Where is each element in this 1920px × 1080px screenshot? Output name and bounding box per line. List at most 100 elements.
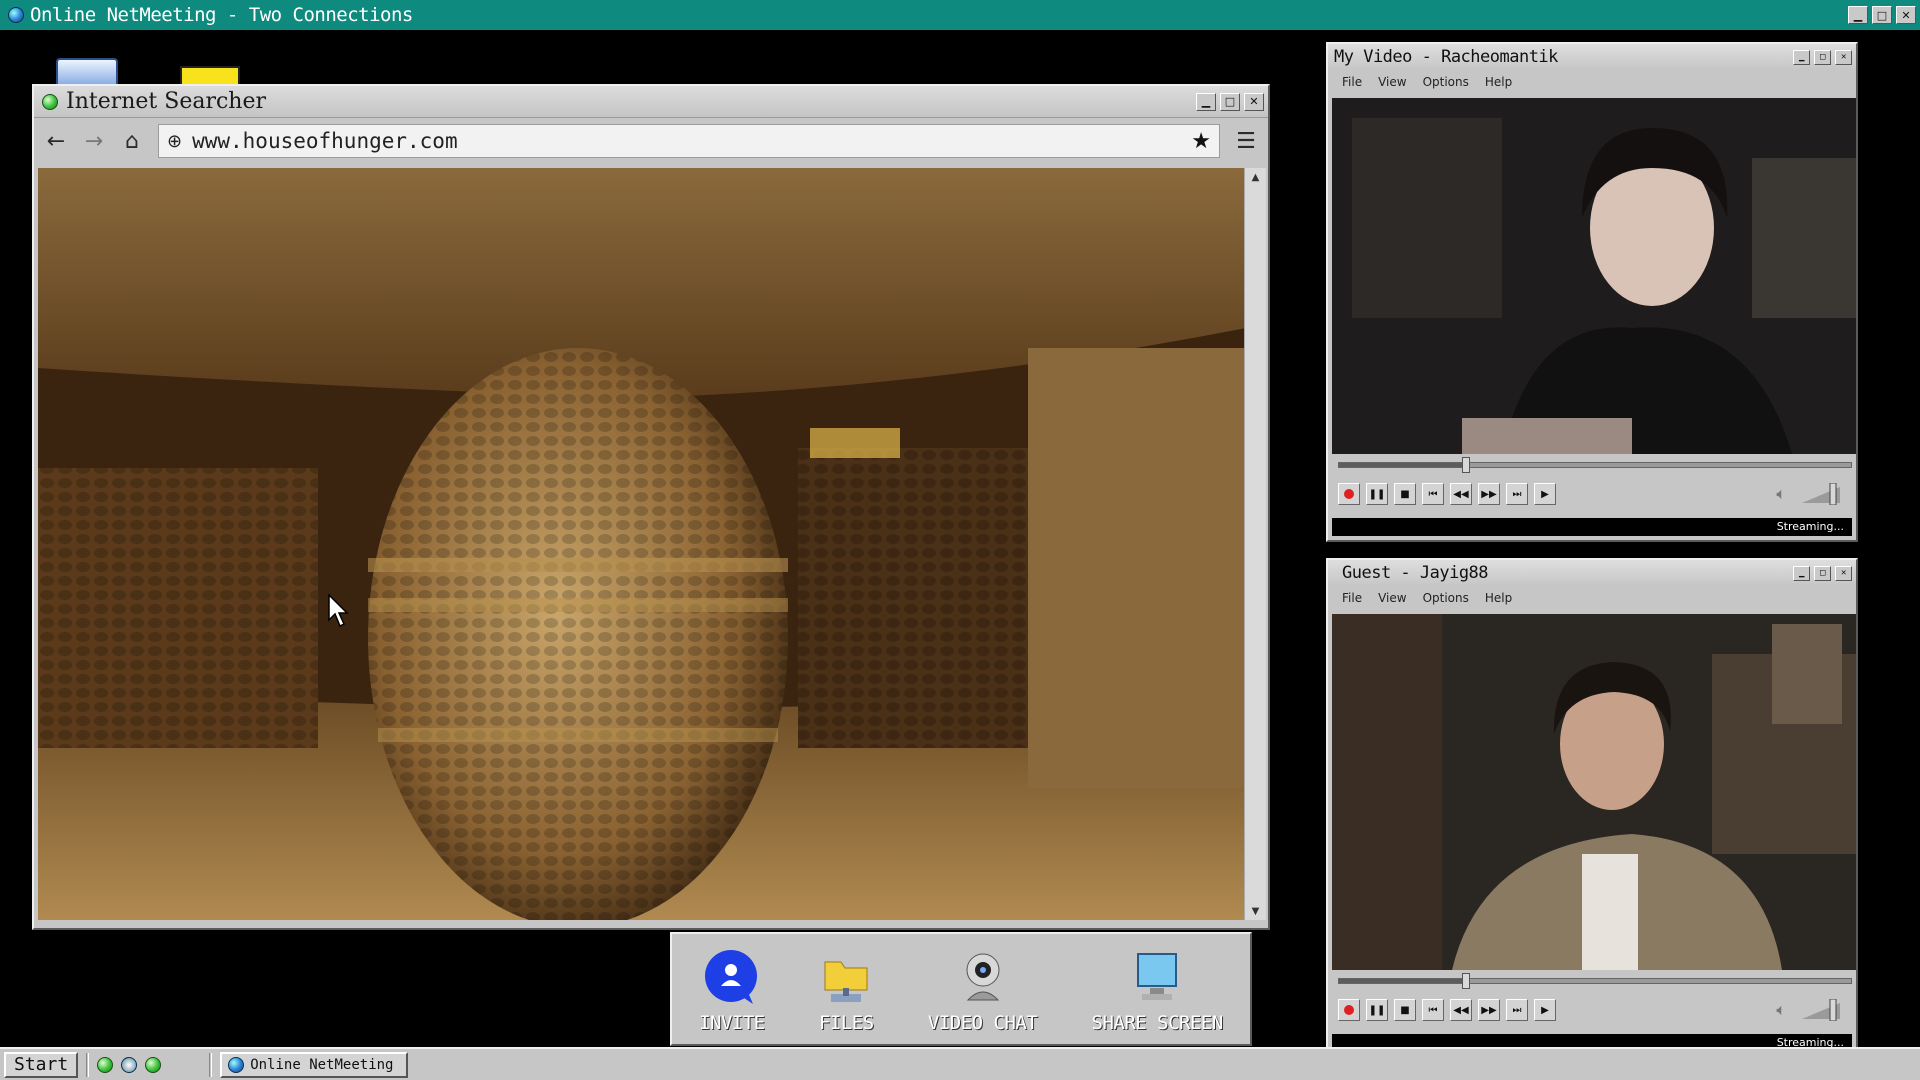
menu-help[interactable]: Help — [1485, 75, 1512, 89]
guest-video-controls: ❚❚ ■ ⏮ ◀◀ ▶▶ ⏭ ▶ 🔈︎ — [1338, 998, 1846, 1022]
browser-navbar: ← → ⌂ ⊕ www.houseofhunger.com ★ ☰ — [34, 118, 1268, 164]
rewind-button[interactable]: ◀◀ — [1450, 483, 1472, 505]
quicklaunch-globe-icon[interactable] — [145, 1056, 162, 1073]
browser-maximize-button[interactable]: □ — [1220, 92, 1240, 111]
folder-icon — [824, 961, 868, 1002]
my-video-seekbar[interactable] — [1338, 457, 1852, 473]
my-video-window: My Video - Racheomantik ▁ □ ✕ File View … — [1326, 42, 1858, 542]
scroll-track — [1245, 186, 1266, 902]
video-chat-button[interactable]: VIDEO CHAT — [927, 950, 1038, 1034]
taskbar-separator — [86, 1052, 90, 1077]
guest-video-feed — [1332, 614, 1856, 970]
menu-icon[interactable]: ☰ — [1234, 129, 1258, 154]
browser-close-button[interactable]: ✕ — [1244, 92, 1264, 111]
invite-label: INVITE — [699, 1012, 765, 1034]
guest-video-minimize-button[interactable]: ▁ — [1793, 565, 1810, 581]
skip-back-button[interactable]: ⏮ — [1422, 483, 1444, 505]
fast-forward-button[interactable]: ▶▶ — [1478, 483, 1500, 505]
forward-arrow-icon[interactable]: → — [82, 129, 106, 154]
stop-button[interactable]: ■ — [1394, 483, 1416, 505]
play-button[interactable]: ▶ — [1534, 483, 1556, 505]
taskbar-separator — [209, 1052, 213, 1077]
guest-video-titlebar: Guest - Jayig88 ▁ □ ✕ — [1328, 560, 1856, 586]
browser-globe-icon — [42, 93, 58, 110]
my-video-feed — [1332, 98, 1856, 454]
skip-forward-button[interactable]: ⏭ — [1506, 483, 1528, 505]
browser-title: Internet Searcher — [66, 89, 267, 114]
guest-video-seekbar[interactable] — [1338, 973, 1852, 989]
netmeeting-globe-icon — [228, 1056, 245, 1073]
browser-window: Internet Searcher ▁ □ ✕ ← → ⌂ ⊕ www.hous… — [32, 84, 1270, 930]
speaker-icon[interactable]: 🔈︎ — [1776, 484, 1786, 504]
page-scrollbar[interactable]: ▲ ▼ — [1244, 168, 1266, 920]
url-text[interactable]: www.houseofhunger.com — [192, 129, 458, 153]
my-video-seek-thumb[interactable] — [1461, 457, 1470, 473]
volume-slider[interactable] — [1800, 999, 1846, 1021]
files-label: FILES — [818, 1012, 874, 1034]
home-icon[interactable]: ⌂ — [120, 129, 144, 154]
guest-video-close-button[interactable]: ✕ — [1835, 565, 1852, 581]
menu-view[interactable]: View — [1378, 591, 1406, 605]
pause-button[interactable]: ❚❚ — [1366, 483, 1388, 505]
scroll-up-icon[interactable]: ▲ — [1245, 168, 1266, 186]
my-video-maximize-button[interactable]: □ — [1814, 49, 1831, 65]
record-button[interactable] — [1338, 999, 1360, 1021]
stop-button[interactable]: ■ — [1394, 999, 1416, 1021]
speaker-icon[interactable]: 🔈︎ — [1776, 1000, 1786, 1020]
start-button[interactable]: Start — [4, 1051, 79, 1078]
bookmark-star-icon[interactable]: ★ — [1191, 129, 1211, 154]
my-video-minimize-button[interactable]: ▁ — [1793, 49, 1810, 65]
monitor-icon — [1137, 953, 1178, 1000]
webpage-image-catacombs — [38, 168, 1246, 920]
skip-back-button[interactable]: ⏮ — [1422, 999, 1444, 1021]
address-bar[interactable]: ⊕ www.houseofhunger.com ★ — [158, 124, 1220, 158]
browser-minimize-button[interactable]: ▁ — [1196, 92, 1216, 111]
guest-video-menubar: File View Options Help — [1328, 586, 1856, 610]
mouse-cursor-icon — [328, 594, 349, 628]
invite-button[interactable]: INVITE — [699, 950, 765, 1034]
video-chat-label: VIDEO CHAT — [927, 1012, 1038, 1034]
pause-button[interactable]: ❚❚ — [1366, 999, 1388, 1021]
taskbar: Start Online NetMeeting — [0, 1047, 1920, 1080]
rewind-button[interactable]: ◀◀ — [1450, 999, 1472, 1021]
app-titlebar: Online NetMeeting - Two Connections ▁ □ … — [0, 0, 1920, 30]
my-video-close-button[interactable]: ✕ — [1835, 49, 1852, 65]
maximize-button[interactable]: □ — [1872, 6, 1892, 24]
guest-video-maximize-button[interactable]: □ — [1814, 565, 1831, 581]
menu-file[interactable]: File — [1342, 591, 1362, 605]
mail-desktop-icon[interactable] — [180, 66, 240, 86]
menu-options[interactable]: Options — [1423, 75, 1469, 89]
quicklaunch-green-icon[interactable] — [97, 1056, 114, 1073]
user-bubble-icon — [704, 950, 757, 1004]
globe-icon — [8, 7, 24, 23]
guest-video-seek-thumb[interactable] — [1461, 973, 1470, 989]
menu-options[interactable]: Options — [1423, 591, 1469, 605]
guest-video-progress — [1339, 979, 1462, 983]
share-screen-button[interactable]: SHARE SCREEN — [1092, 950, 1223, 1034]
my-video-menubar: File View Options Help — [1328, 70, 1856, 94]
menu-help[interactable]: Help — [1485, 591, 1512, 605]
taskbar-task-label: Online NetMeeting — [250, 1056, 394, 1073]
my-video-title: My Video - Racheomantik — [1334, 47, 1558, 67]
scroll-down-icon[interactable]: ▼ — [1245, 902, 1266, 920]
my-video-titlebar: My Video - Racheomantik ▁ □ ✕ — [1328, 44, 1856, 70]
browser-titlebar: Internet Searcher ▁ □ ✕ — [34, 86, 1268, 118]
my-video-status: Streaming... — [1332, 518, 1852, 536]
volume-slider[interactable] — [1800, 483, 1846, 505]
guest-video-window: Guest - Jayig88 ▁ □ ✕ File View Options … — [1326, 558, 1858, 1058]
menu-view[interactable]: View — [1378, 75, 1406, 89]
files-button[interactable]: FILES — [819, 950, 874, 1034]
quicklaunch-network-icon[interactable] — [121, 1056, 138, 1073]
webcam-feed-man — [1332, 614, 1856, 970]
taskbar-netmeeting-button[interactable]: Online NetMeeting — [220, 1051, 409, 1078]
skip-forward-button[interactable]: ⏭ — [1506, 999, 1528, 1021]
menu-file[interactable]: File — [1342, 75, 1362, 89]
fast-forward-button[interactable]: ▶▶ — [1478, 999, 1500, 1021]
back-arrow-icon[interactable]: ← — [44, 129, 68, 154]
close-button[interactable]: ✕ — [1896, 6, 1916, 24]
minimize-button[interactable]: ▁ — [1848, 6, 1868, 24]
my-video-controls: ❚❚ ■ ⏮ ◀◀ ▶▶ ⏭ ▶ 🔈︎ — [1338, 482, 1846, 506]
record-button[interactable] — [1338, 483, 1360, 505]
webcam-feed-woman — [1332, 98, 1856, 454]
play-button[interactable]: ▶ — [1534, 999, 1556, 1021]
